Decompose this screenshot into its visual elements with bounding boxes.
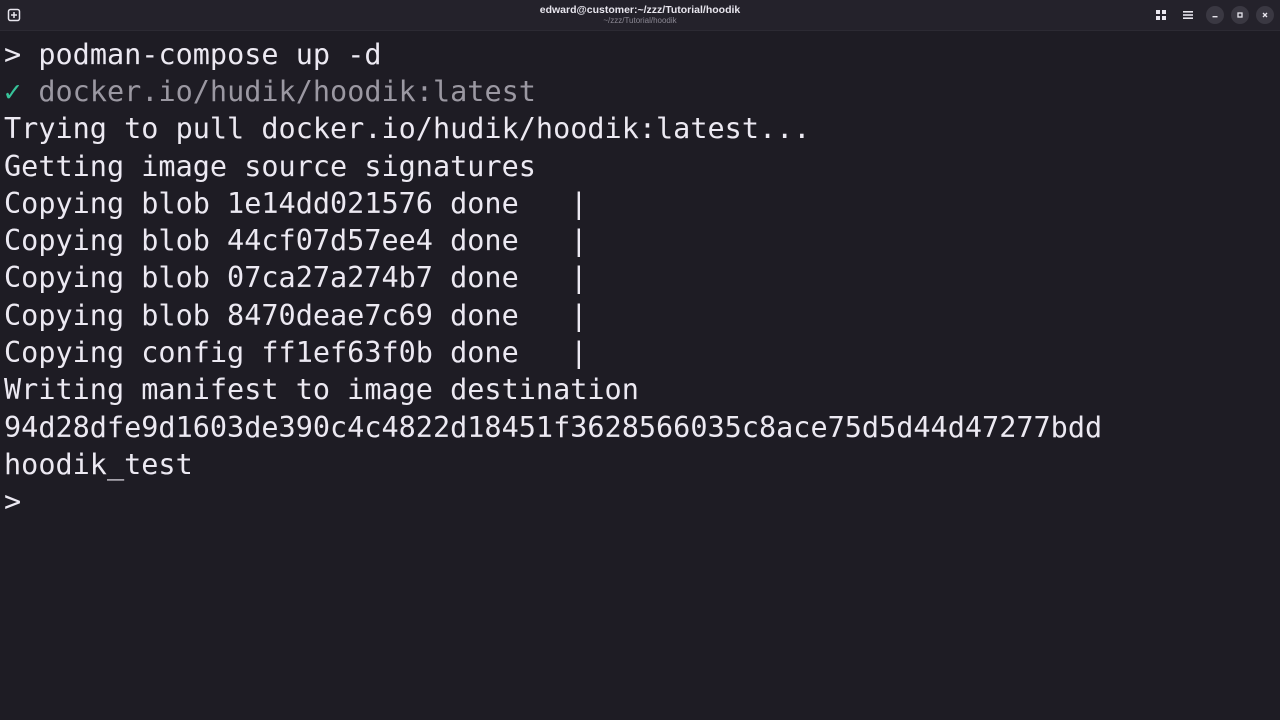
close-button[interactable] — [1256, 6, 1274, 24]
output-line: Writing manifest to image destination — [4, 373, 639, 406]
pull-target: docker.io/hudik/hoodik:latest — [38, 75, 536, 108]
hamburger-menu-icon — [1183, 11, 1193, 19]
output-line: Copying blob 07ca27a274b7 done | — [4, 261, 588, 294]
tiles-icon — [1156, 10, 1166, 20]
output-line: Copying blob 1e14dd021576 done | — [4, 187, 588, 220]
final-prompt[interactable]: > — [4, 483, 21, 520]
window-title: edward@customer:~/zzz/Tutorial/hoodik — [539, 4, 741, 16]
output-line: Trying to pull docker.io/hudik/hoodik:la… — [4, 112, 811, 145]
command-text: podman-compose up -d — [38, 38, 382, 71]
menu-button[interactable] — [1179, 6, 1197, 24]
checkmark-icon: ✓ — [4, 75, 22, 108]
output-line: Copying blob 44cf07d57ee4 done | — [4, 224, 588, 257]
prompt-symbol: > — [4, 38, 22, 71]
output-line: 94d28dfe9d1603de390c4c4822d18451f3628566… — [4, 411, 1103, 444]
close-icon — [1262, 12, 1268, 18]
terminal-output[interactable]: > podman-compose up -d ✓ docker.io/hudik… — [0, 31, 1280, 720]
output-line: Getting image source signatures — [4, 150, 536, 183]
status-line: ✓ docker.io/hudik/hoodik:latest — [4, 73, 536, 110]
title-bar[interactable]: edward@customer:~/zzz/Tutorial/hoodik ~/… — [0, 0, 1280, 31]
output-line: Copying blob 8470deae7c69 done | — [4, 299, 588, 332]
minimize-button[interactable] — [1206, 6, 1224, 24]
terminal-window: edward@customer:~/zzz/Tutorial/hoodik ~/… — [0, 0, 1280, 720]
command-line: > podman-compose up -d — [4, 36, 382, 73]
tiles-button[interactable] — [1152, 6, 1170, 24]
window-subtitle: ~/zzz/Tutorial/hoodik — [603, 16, 677, 25]
minimize-icon — [1212, 16, 1218, 18]
output-line: Copying config ff1ef63f0b done | — [4, 336, 588, 369]
maximize-button[interactable] — [1231, 6, 1249, 24]
maximize-icon — [1237, 12, 1243, 18]
output-line: hoodik_test — [4, 448, 193, 481]
